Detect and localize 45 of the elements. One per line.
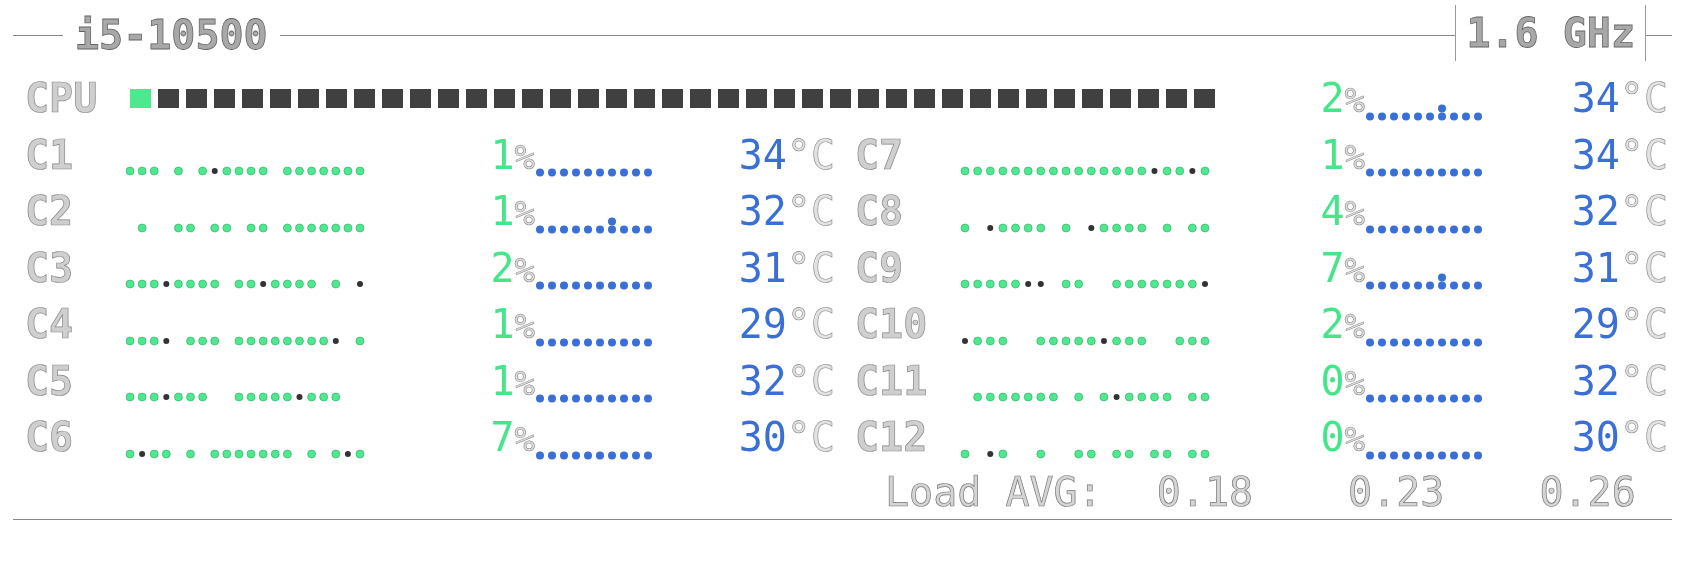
- temperature-reading: 34°C: [1571, 134, 1668, 175]
- usage-percent: 1%: [1320, 134, 1365, 175]
- core-label: C4: [25, 304, 75, 345]
- usage-percent: 1%: [490, 304, 535, 345]
- usage-percent: 2%: [1320, 78, 1365, 119]
- cpu-model-title: i5-10500: [74, 15, 269, 55]
- usage-percent: 1%: [490, 191, 535, 232]
- temperature-reading: 29°C: [738, 304, 835, 345]
- cpu-label: CPU: [25, 78, 99, 119]
- temperature-reading: 32°C: [1571, 360, 1668, 401]
- core-label: C8: [854, 191, 905, 232]
- usage-percent: 4%: [1320, 191, 1365, 232]
- core-label: C1: [25, 134, 75, 175]
- core-label: C9: [854, 247, 905, 288]
- usage-percent: 0%: [1320, 417, 1365, 458]
- load-average-value: 0.18: [1156, 472, 1254, 512]
- temperature-reading: 32°C: [738, 360, 835, 401]
- temperature-reading: 30°C: [1571, 417, 1668, 458]
- load-average-label: Load AVG:: [885, 472, 1102, 512]
- usage-percent: 7%: [1320, 247, 1365, 288]
- core-label: C12: [854, 417, 929, 458]
- core-label: C5: [25, 360, 75, 401]
- temperature-reading: 32°C: [1571, 191, 1668, 232]
- core-label: C11: [854, 360, 929, 401]
- core-label: C3: [25, 247, 75, 288]
- temperature-reading: 34°C: [738, 134, 835, 175]
- temperature-reading: 31°C: [738, 247, 835, 288]
- load-average-value: 0.26: [1539, 472, 1636, 512]
- core-label: C10: [854, 304, 929, 345]
- temperature-reading: 29°C: [1571, 304, 1668, 345]
- usage-percent: 1%: [490, 360, 535, 401]
- usage-percent: 7%: [490, 417, 535, 458]
- core-label: C2: [25, 191, 75, 232]
- temperature-reading: 30°C: [738, 417, 835, 458]
- temperature-reading: 34°C: [1571, 78, 1668, 119]
- usage-percent: 2%: [490, 247, 535, 288]
- temperature-reading: 31°C: [1571, 247, 1668, 288]
- load-average-value: 0.23: [1348, 472, 1445, 512]
- usage-percent: 1%: [490, 134, 535, 175]
- usage-percent: 2%: [1320, 304, 1365, 345]
- usage-percent: 0%: [1320, 360, 1365, 401]
- temperature-reading: 32°C: [738, 191, 835, 232]
- frequency-label: 1.6 GHz: [1466, 13, 1635, 53]
- core-label: C6: [25, 417, 75, 458]
- core-label: C7: [854, 134, 905, 175]
